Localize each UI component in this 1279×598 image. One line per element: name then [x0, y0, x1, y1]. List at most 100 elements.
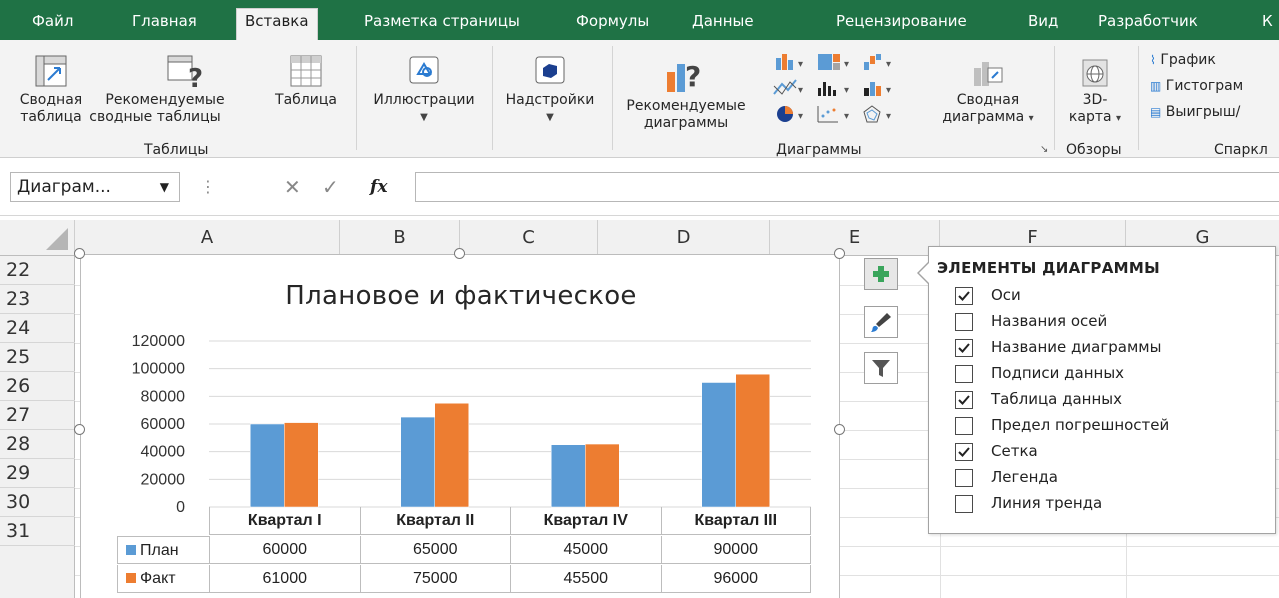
- tab-view[interactable]: Вид: [1020, 9, 1066, 37]
- chart-element-label: Сетка: [991, 442, 1038, 460]
- 3d-map-button[interactable]: 3D- карта ▾: [1058, 54, 1132, 127]
- chart-resize-handle[interactable]: [74, 248, 85, 259]
- checkbox-checked-icon[interactable]: [955, 339, 973, 357]
- row-header[interactable]: 26: [0, 372, 75, 401]
- row-header[interactable]: 31: [0, 517, 75, 546]
- formula-input[interactable]: [415, 172, 1279, 202]
- 3d-map-label-1: 3D-: [1082, 92, 1108, 108]
- chart-element-option[interactable]: Подписи данных: [955, 363, 1255, 385]
- y-tick-label: 20000: [141, 471, 186, 488]
- column-header-a[interactable]: A: [75, 220, 340, 256]
- checkbox-checked-icon[interactable]: [955, 443, 973, 461]
- group-separator: [1054, 46, 1055, 150]
- tab-formulas[interactable]: Формулы: [568, 9, 657, 37]
- checkbox-checked-icon[interactable]: [955, 391, 973, 409]
- chart-filters-button[interactable]: [864, 352, 898, 384]
- row-header[interactable]: 25: [0, 343, 75, 372]
- bar-plan: [551, 444, 586, 508]
- row-header[interactable]: 23: [0, 285, 75, 314]
- chart-element-label: Предел погрешностей: [991, 416, 1170, 434]
- tab-insert[interactable]: Вставка: [236, 8, 318, 40]
- chart-element-option[interactable]: Оси: [955, 285, 1255, 307]
- chart-elements-button[interactable]: [864, 258, 898, 290]
- group-separator: [492, 46, 493, 150]
- tab-home[interactable]: Главная: [124, 9, 205, 37]
- sparkline-winloss-button[interactable]: ▤ Выигрыш/: [1150, 104, 1240, 121]
- chart-object[interactable]: Плановое и фактическое 0 20000 40000 60000 8…: [80, 254, 840, 598]
- svg-text:▾: ▾: [798, 85, 803, 96]
- more-options-icon[interactable]: ⋮: [200, 172, 216, 202]
- y-tick-label: 60000: [141, 416, 186, 433]
- addins-label: Надстройки: [505, 92, 595, 108]
- tab-review[interactable]: Рецензирование: [828, 9, 975, 37]
- row-header[interactable]: 24: [0, 314, 75, 343]
- pivot-chart-button[interactable]: Сводная диаграмма ▾: [932, 54, 1044, 127]
- y-tick-label: 40000: [141, 444, 186, 461]
- bar-fact: [735, 373, 770, 508]
- chart-element-option[interactable]: Легенда: [955, 467, 1255, 489]
- svg-text:?: ?: [188, 64, 203, 88]
- legend-key: [126, 545, 136, 555]
- cancel-icon[interactable]: ✕: [284, 172, 301, 202]
- chart-element-option[interactable]: Таблица данных: [955, 389, 1255, 411]
- sparkline-column-button[interactable]: ▥ Гистограм: [1150, 78, 1243, 95]
- tab-developer[interactable]: Разработчик: [1090, 9, 1206, 37]
- row-header[interactable]: 22: [0, 256, 75, 285]
- series-label: План: [117, 536, 209, 564]
- illustrations-button[interactable]: Иллюстрации ▼: [360, 54, 488, 126]
- enter-check-icon[interactable]: ✓: [322, 172, 339, 202]
- tab-page-layout[interactable]: Разметка страницы: [356, 9, 528, 37]
- charts-dialog-launcher-icon[interactable]: ↘: [1040, 144, 1048, 155]
- sparkline-winloss-label: Выигрыш/: [1165, 104, 1241, 120]
- recommended-charts-icon: ?: [667, 60, 701, 93]
- column-header-e[interactable]: E: [770, 220, 940, 256]
- recommended-charts-button[interactable]: ? Рекомендуемые диаграммы: [616, 54, 756, 132]
- data-table-value: 45500: [510, 565, 661, 593]
- chart-type-gallery[interactable]: ▾ ▾ ▾ ▾ ▾ ▾ ▾ ▾ ▾: [768, 50, 928, 130]
- tab-more[interactable]: К: [1254, 9, 1279, 37]
- bar-plan: [400, 416, 435, 508]
- checkbox-unchecked-icon[interactable]: [955, 469, 973, 487]
- chart-resize-handle[interactable]: [454, 248, 465, 259]
- row-header[interactable]: 27: [0, 401, 75, 430]
- checkbox-unchecked-icon[interactable]: [955, 495, 973, 513]
- row-header[interactable]: 29: [0, 459, 75, 488]
- panel-pointer-fill: [919, 262, 930, 284]
- name-box-dropdown-icon[interactable]: ▼: [160, 173, 169, 201]
- select-all-corner[interactable]: [0, 220, 75, 256]
- tab-file[interactable]: Файл: [24, 9, 81, 37]
- recommended-pivot-button[interactable]: ? Рекомендуемые сводные таблицы: [89, 54, 264, 126]
- chart-element-option[interactable]: Предел погрешностей: [955, 415, 1255, 437]
- chart-element-option[interactable]: Сетка: [955, 441, 1255, 463]
- checkbox-checked-icon[interactable]: [955, 287, 973, 305]
- chart-resize-handle[interactable]: [834, 424, 845, 435]
- chart-element-option[interactable]: Линия тренда: [955, 493, 1255, 515]
- checkbox-unchecked-icon[interactable]: [955, 313, 973, 331]
- chart-element-option[interactable]: Название диаграммы: [955, 337, 1255, 359]
- chart-resize-handle[interactable]: [834, 248, 845, 259]
- x-category-label: Квартал I: [209, 507, 360, 535]
- x-category-label: Квартал IV: [510, 507, 661, 535]
- chart-element-label: Таблица данных: [991, 390, 1123, 408]
- row-header[interactable]: 28: [0, 430, 75, 459]
- tab-data[interactable]: Данные: [684, 9, 762, 37]
- name-box[interactable]: Диаграм... ▼: [10, 172, 180, 202]
- chart-resize-handle[interactable]: [74, 424, 85, 435]
- chart-styles-button[interactable]: [864, 306, 898, 338]
- table-button[interactable]: Таблица: [268, 54, 344, 109]
- addins-button[interactable]: Надстройки ▼: [494, 54, 606, 126]
- column-header-b[interactable]: B: [340, 220, 460, 256]
- column-chart-icon: ▾: [776, 54, 803, 70]
- column-header-c[interactable]: C: [460, 220, 598, 256]
- group-label-tables: Таблицы: [144, 142, 209, 158]
- row-header[interactable]: 30: [0, 488, 75, 517]
- group-label-charts: Диаграммы: [776, 142, 862, 158]
- chart-element-option[interactable]: Названия осей: [955, 311, 1255, 333]
- checkbox-unchecked-icon[interactable]: [955, 365, 973, 383]
- column-header-d[interactable]: D: [598, 220, 770, 256]
- y-tick-label: 0: [176, 499, 185, 516]
- insert-function-icon[interactable]: fx: [370, 172, 387, 202]
- checkbox-unchecked-icon[interactable]: [955, 417, 973, 435]
- table-label: Таблица: [275, 92, 337, 108]
- sparkline-line-button[interactable]: ⌇ График: [1150, 52, 1216, 69]
